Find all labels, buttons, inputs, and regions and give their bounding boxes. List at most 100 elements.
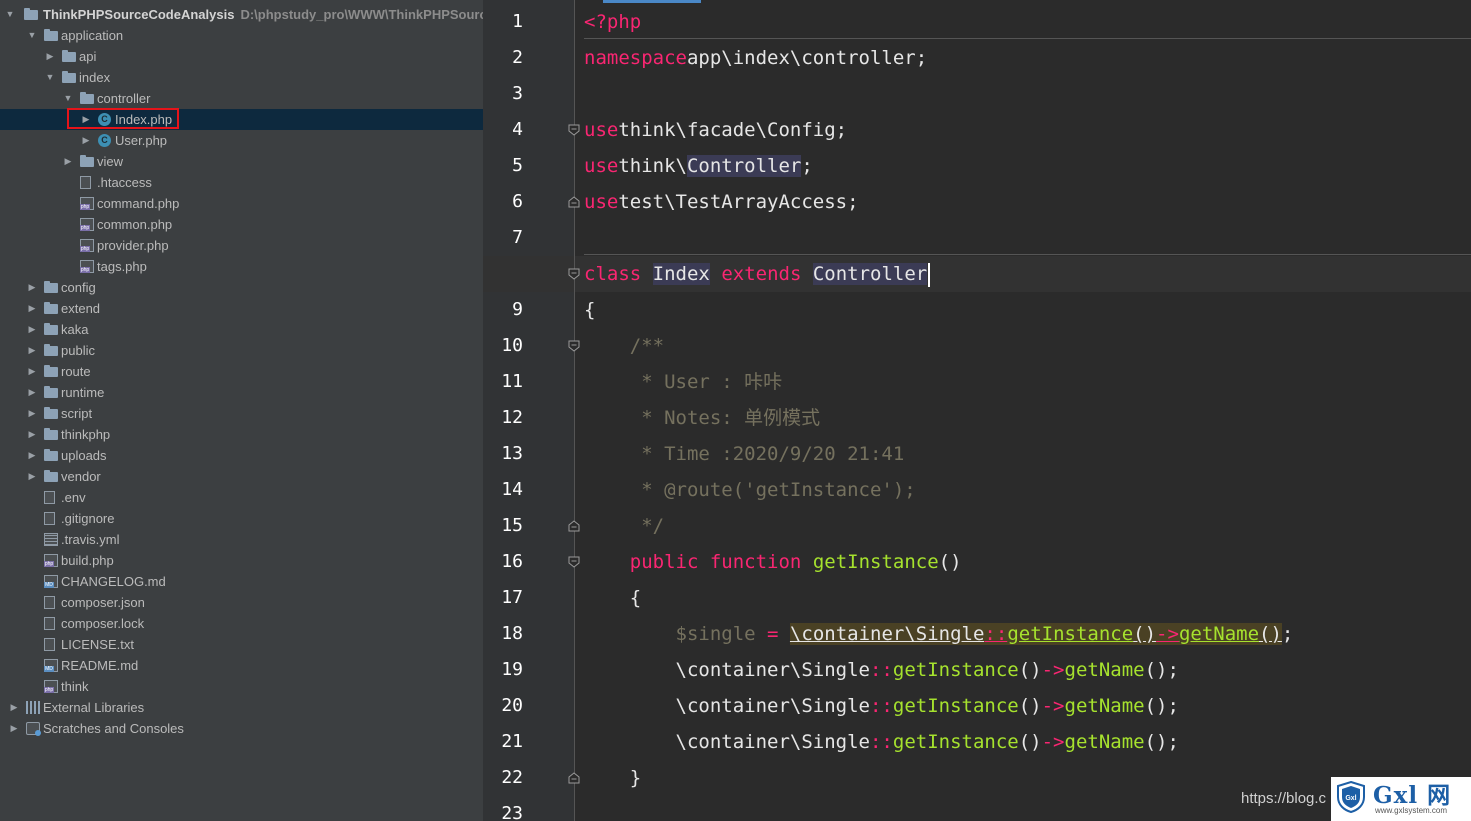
project-tree-panel[interactable]: ▼ ThinkPHPSourceCodeAnalysis D:\phpstudy_…: [0, 0, 483, 821]
tree-item[interactable]: CHANGELOG.md: [0, 571, 483, 592]
chevron-right-icon[interactable]: ▶: [26, 466, 38, 487]
tree-item[interactable]: ▶ script: [0, 403, 483, 424]
code-line[interactable]: namespaceapp\index\controller;: [584, 40, 927, 76]
chevron-right-icon[interactable]: ▶: [8, 697, 20, 718]
tree-item-label: User.php: [115, 133, 168, 148]
tree-item[interactable]: composer.json: [0, 592, 483, 613]
tree-item[interactable]: README.md: [0, 655, 483, 676]
scratches-icon: [26, 722, 41, 736]
code-line[interactable]: * User : 咔咔: [584, 364, 782, 400]
line-number: 21: [501, 731, 523, 752]
tree-item[interactable]: .htaccess: [0, 172, 483, 193]
tree-item[interactable]: ▶ api: [0, 46, 483, 67]
tree-item-label: Scratches and Consoles: [43, 721, 184, 736]
tree-item[interactable]: ▶ External Libraries: [0, 697, 483, 718]
tree-item[interactable]: ▶ uploads: [0, 445, 483, 466]
code-line[interactable]: {: [584, 580, 641, 616]
code-editor[interactable]: 1234567891011121314151617181920212223 <?…: [483, 0, 1471, 821]
code-line[interactable]: {: [584, 292, 595, 328]
tree-item[interactable]: ▶ vendor: [0, 466, 483, 487]
fold-close-icon[interactable]: [568, 772, 580, 784]
tree-item-label: LICENSE.txt: [61, 637, 134, 652]
tree-item[interactable]: build.php: [0, 550, 483, 571]
project-root-row[interactable]: ▼ ThinkPHPSourceCodeAnalysis D:\phpstudy_…: [0, 4, 483, 25]
chevron-down-icon[interactable]: ▼: [44, 67, 56, 88]
tree-item[interactable]: ▶ thinkphp: [0, 424, 483, 445]
code-line[interactable]: \container\Single::getInstance()->getNam…: [584, 652, 1179, 688]
tree-item[interactable]: composer.lock: [0, 613, 483, 634]
code-token: (): [1018, 731, 1042, 753]
code-token: (): [1018, 659, 1042, 681]
chevron-right-icon[interactable]: ▶: [26, 277, 38, 298]
code-token: ;: [801, 155, 813, 177]
tree-item[interactable]: ▼ controller: [0, 88, 483, 109]
tree-item[interactable]: tags.php: [0, 256, 483, 277]
text-file-icon: [44, 491, 55, 504]
code-line[interactable]: usetest\TestArrayAccess;: [584, 184, 859, 220]
fold-open-icon[interactable]: [568, 268, 580, 280]
tree-item[interactable]: ▼ index: [0, 67, 483, 88]
code-line[interactable]: * @route('getInstance');: [584, 472, 916, 508]
code-line[interactable]: public function getInstance(): [584, 544, 962, 580]
code-line[interactable]: \container\Single::getInstance()->getNam…: [584, 688, 1179, 724]
code-line[interactable]: */: [584, 508, 664, 544]
fold-close-icon[interactable]: [568, 520, 580, 532]
tree-item[interactable]: ▶ view: [0, 151, 483, 172]
chevron-right-icon[interactable]: ▶: [44, 46, 56, 67]
chevron-right-icon[interactable]: ▶: [26, 340, 38, 361]
tree-item-label: thinkphp: [61, 427, 111, 442]
folder-icon: [44, 365, 58, 378]
chevron-right-icon[interactable]: ▶: [26, 445, 38, 466]
tree-item[interactable]: provider.php: [0, 235, 483, 256]
code-line[interactable]: usethink\facade\Config;: [584, 112, 847, 148]
fold-open-icon[interactable]: [568, 340, 580, 352]
code-line[interactable]: * Time :2020/9/20 21:41: [584, 436, 904, 472]
chevron-right-icon[interactable]: ▶: [26, 424, 38, 445]
fold-open-icon[interactable]: [568, 556, 580, 568]
shield-icon: Gxl: [1337, 781, 1365, 813]
chevron-right-icon[interactable]: ▶: [62, 151, 74, 172]
chevron-right-icon[interactable]: ▶: [26, 382, 38, 403]
chevron-down-icon[interactable]: ▼: [4, 4, 16, 25]
code-line[interactable]: }: [584, 760, 641, 796]
tree-item[interactable]: .gitignore: [0, 508, 483, 529]
tree-item[interactable]: ▼ application: [0, 25, 483, 46]
code-line[interactable]: <?php: [584, 4, 641, 40]
tree-item[interactable]: ▶ C User.php: [0, 130, 483, 151]
tree-item[interactable]: common.php: [0, 214, 483, 235]
chevron-right-icon[interactable]: ▶: [26, 298, 38, 319]
code-line[interactable]: class Index extends Controller: [584, 256, 931, 292]
tree-item[interactable]: .travis.yml: [0, 529, 483, 550]
chevron-right-icon[interactable]: ▶: [26, 403, 38, 424]
line-number-gutter: 1234567891011121314151617181920212223: [483, 0, 575, 821]
chevron-right-icon[interactable]: ▶: [80, 130, 92, 151]
chevron-right-icon[interactable]: ▶: [26, 319, 38, 340]
tree-item[interactable]: ▶ route: [0, 361, 483, 382]
tree-item[interactable]: ▶ config: [0, 277, 483, 298]
tree-item[interactable]: ▶ runtime: [0, 382, 483, 403]
tree-item[interactable]: command.php: [0, 193, 483, 214]
code-line[interactable]: $single = \container\Single::getInstance…: [584, 616, 1293, 652]
tree-item[interactable]: think: [0, 676, 483, 697]
tree-item-label: api: [79, 49, 97, 64]
chevron-down-icon[interactable]: ▼: [26, 25, 38, 46]
chevron-down-icon[interactable]: ▼: [62, 88, 74, 109]
fold-open-icon[interactable]: [568, 124, 580, 136]
line-number: 13: [501, 443, 523, 464]
code-line[interactable]: \container\Single::getInstance()->getNam…: [584, 724, 1179, 760]
code-line[interactable]: * Notes: 单例模式: [584, 400, 820, 436]
line-number: 1: [512, 11, 523, 32]
chevron-right-icon[interactable]: ▶: [26, 361, 38, 382]
code-token: ->: [1041, 731, 1065, 753]
chevron-right-icon[interactable]: ▶: [8, 718, 20, 739]
fold-close-icon[interactable]: [568, 196, 580, 208]
tree-item[interactable]: ▶ Scratches and Consoles: [0, 718, 483, 739]
code-line[interactable]: /**: [584, 328, 664, 364]
tree-item[interactable]: ▶ public: [0, 340, 483, 361]
code-line[interactable]: usethink\Controller;: [584, 148, 813, 184]
tree-item[interactable]: LICENSE.txt: [0, 634, 483, 655]
folder-icon: [80, 155, 94, 168]
tree-item[interactable]: ▶ kaka: [0, 319, 483, 340]
tree-item[interactable]: ▶ extend: [0, 298, 483, 319]
tree-item[interactable]: .env: [0, 487, 483, 508]
